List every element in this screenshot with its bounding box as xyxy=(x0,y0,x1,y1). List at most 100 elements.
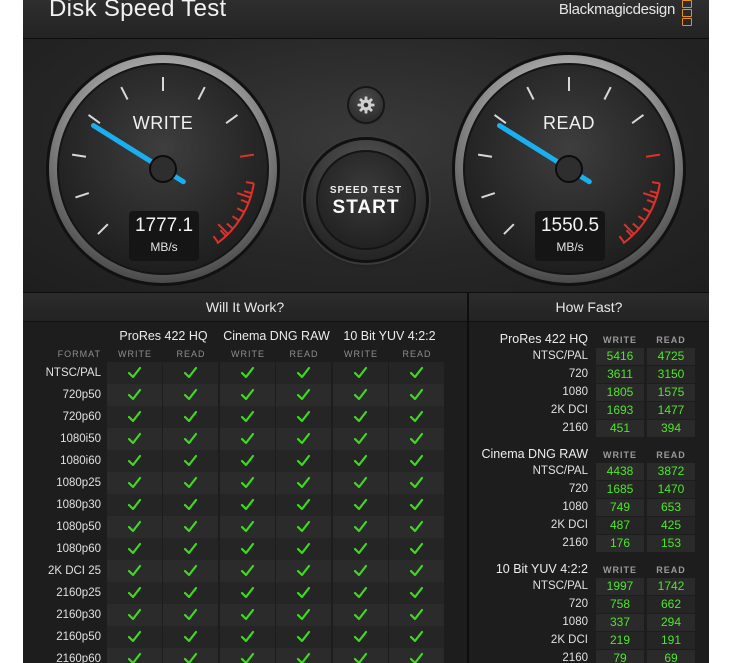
support-cell xyxy=(107,626,162,648)
speed-row: 2160 79 69 xyxy=(469,650,709,663)
resolution-label: 2160 xyxy=(562,537,588,549)
checkmark-icon xyxy=(183,630,198,643)
format-label: 2160p30 xyxy=(56,609,101,621)
read-fps-value: 191 xyxy=(647,632,695,649)
checkmark-icon xyxy=(183,542,198,555)
checkmark-icon xyxy=(353,366,368,379)
checkmark-icon xyxy=(183,608,198,621)
support-cell xyxy=(163,648,218,663)
checkmark-icon xyxy=(296,520,311,533)
checkmark-icon xyxy=(353,608,368,621)
support-cell xyxy=(163,494,218,516)
resolution-label: NTSC/PAL xyxy=(532,580,588,592)
checkmark-icon xyxy=(409,542,424,555)
start-button[interactable]: SPEED TEST START xyxy=(306,140,426,260)
codec-name: Cinema DNG RAW xyxy=(481,447,589,461)
checkmark-icon xyxy=(240,432,255,445)
gauge-hub xyxy=(555,155,583,183)
codec-speed-header: ProRes 422 HQ WRITE READ xyxy=(469,330,709,348)
codec-speed-group: ProRes 422 HQ WRITE READ NTSC/PAL 5416 4725 72… xyxy=(469,330,709,438)
support-cell xyxy=(389,494,444,516)
write-speed-unit: MB/s xyxy=(150,240,178,254)
checkmark-icon xyxy=(183,564,198,577)
speed-row: 720 758 662 xyxy=(469,596,709,614)
support-cell xyxy=(163,450,218,472)
support-cell xyxy=(163,560,218,582)
write-speed-value: 1777.1 xyxy=(134,215,194,236)
checkmark-icon xyxy=(127,520,142,533)
read-fps-value: 1742 xyxy=(647,578,695,595)
write-fps-value: 337 xyxy=(596,614,644,631)
checkmark-icon xyxy=(183,454,198,467)
checkmark-icon xyxy=(296,564,311,577)
support-cell xyxy=(333,516,388,538)
speed-row: 1080 1805 1575 xyxy=(469,384,709,402)
format-row: 1080i60 xyxy=(23,450,463,472)
checkmark-icon xyxy=(353,520,368,533)
checkmark-icon xyxy=(127,652,142,663)
brand-logo-icon xyxy=(682,0,692,26)
read-fps-value: 662 xyxy=(647,596,695,613)
speed-row: 720 3611 3150 xyxy=(469,366,709,384)
format-row: 1080p60 xyxy=(23,538,463,560)
support-cell xyxy=(389,516,444,538)
support-cell xyxy=(163,406,218,428)
checkmark-icon xyxy=(240,630,255,643)
write-subheader: WRITE xyxy=(231,349,265,359)
speed-row: 2K DCI 219 191 xyxy=(469,632,709,650)
checkmark-icon xyxy=(127,454,142,467)
checkmark-icon xyxy=(240,410,255,423)
codec-name: 10 Bit YUV 4:2:2 xyxy=(495,562,588,576)
checkmark-icon xyxy=(353,476,368,489)
checkmark-icon xyxy=(296,476,311,489)
support-cell xyxy=(333,538,388,560)
format-label: 2160p25 xyxy=(56,587,101,599)
write-fps-value: 1685 xyxy=(596,481,644,498)
speed-row: 2K DCI 487 425 xyxy=(469,517,709,535)
how-fast-panel: How Fast? ProRes 422 HQ WRITE READ NTSC/PAL… xyxy=(469,293,709,663)
support-cell xyxy=(107,406,162,428)
speed-row: 1080 337 294 xyxy=(469,614,709,632)
checkmark-icon xyxy=(296,498,311,511)
write-fps-value: 758 xyxy=(596,596,644,613)
support-cell xyxy=(333,428,388,450)
checkmark-icon xyxy=(409,608,424,621)
checkmark-icon xyxy=(127,432,142,445)
speed-row: NTSC/PAL 1997 1742 xyxy=(469,578,709,596)
support-cell xyxy=(107,538,162,560)
settings-button[interactable] xyxy=(349,88,383,122)
checkmark-icon xyxy=(409,630,424,643)
read-gauge: READ 1550.5 MB/s xyxy=(451,51,687,287)
support-cell xyxy=(220,516,275,538)
support-cell xyxy=(333,472,388,494)
format-row: 1080p30 xyxy=(23,494,463,516)
support-cell xyxy=(163,604,218,626)
format-label: 1080p60 xyxy=(56,543,101,555)
checkmark-icon xyxy=(240,652,255,663)
support-cell xyxy=(163,538,218,560)
checkmark-icon xyxy=(296,366,311,379)
support-cell xyxy=(220,582,275,604)
checkmark-icon xyxy=(127,476,142,489)
read-fps-value: 153 xyxy=(647,535,695,552)
support-cell xyxy=(276,582,331,604)
read-gauge-label: READ xyxy=(542,113,595,133)
checkmark-icon xyxy=(409,410,424,423)
checkmark-icon xyxy=(127,586,142,599)
write-speed-readout: 1777.1 MB/s xyxy=(129,211,199,261)
read-fps-value: 4725 xyxy=(647,348,695,365)
read-fps-value: 294 xyxy=(647,614,695,631)
read-fps-value: 394 xyxy=(647,420,695,437)
support-cell xyxy=(276,384,331,406)
support-cell xyxy=(163,362,218,384)
format-label: 2160p60 xyxy=(56,653,101,663)
speed-row: NTSC/PAL 5416 4725 xyxy=(469,348,709,366)
checkmark-icon xyxy=(296,608,311,621)
checkmark-icon xyxy=(240,498,255,511)
checkmark-icon xyxy=(296,454,311,467)
support-cell xyxy=(389,406,444,428)
title-bar: Disk Speed Test Blackmagicdesign xyxy=(23,0,709,39)
will-it-work-panel: Will It Work? ProRes 422 HQ Cinema DNG R… xyxy=(23,293,469,663)
checkmark-icon xyxy=(296,410,311,423)
support-cell xyxy=(220,384,275,406)
